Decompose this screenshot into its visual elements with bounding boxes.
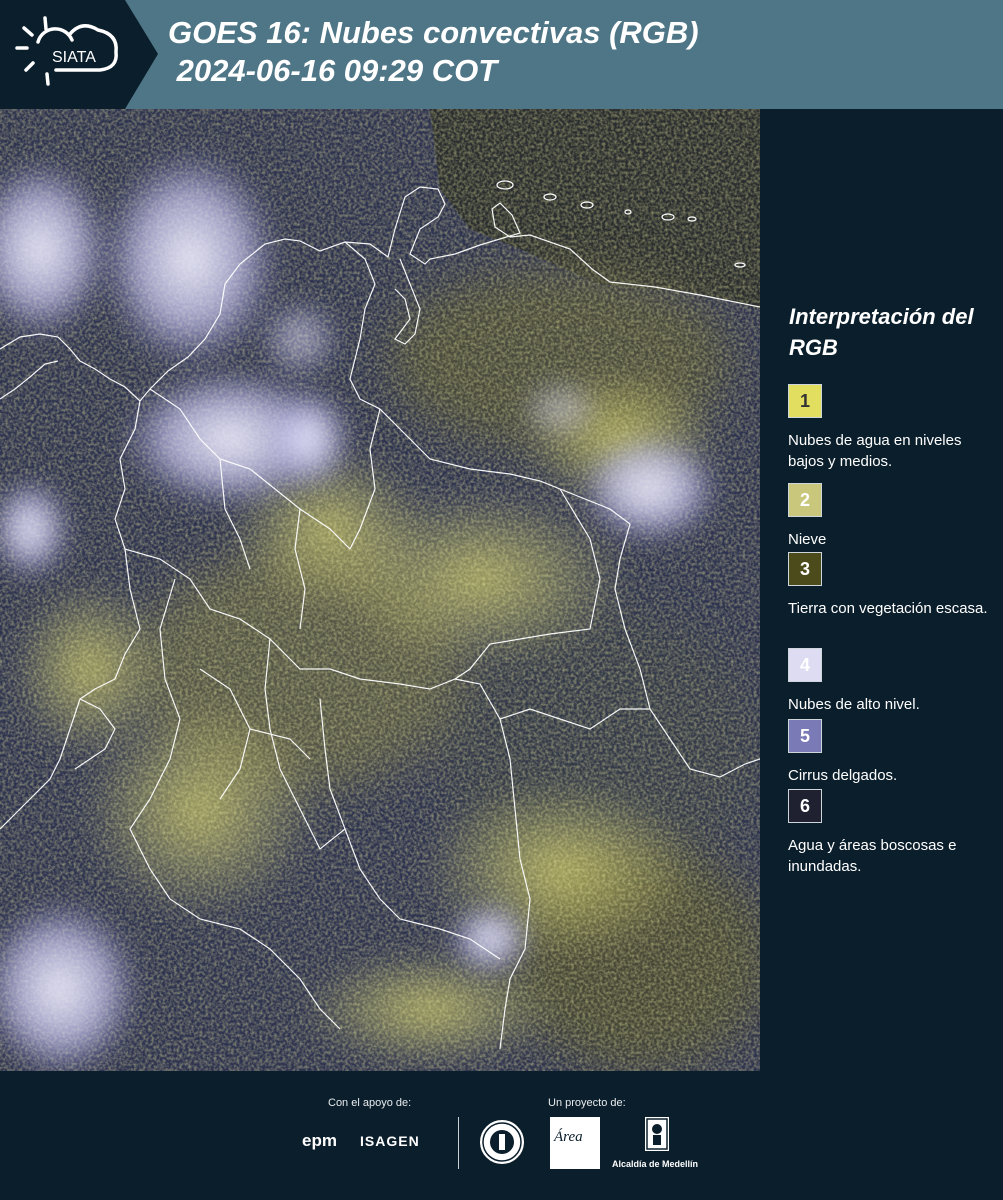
epm-logo: epm xyxy=(302,1131,337,1150)
legend-swatch: 6 xyxy=(788,789,822,823)
legend-label: Agua y áreas boscosas e inundadas. xyxy=(788,837,957,875)
legend-swatch: 2 xyxy=(788,483,822,517)
legend-item: 4 Nubes de alto nivel. xyxy=(788,648,998,715)
legend-item: 3 Tierra con vegetación escasa. xyxy=(788,552,998,619)
legend-swatch: 4 xyxy=(788,648,822,682)
project-label: Un proyecto de: xyxy=(548,1097,626,1109)
satellite-rgb-image xyxy=(0,109,760,1071)
legend-label: Nubes de agua en niveles bajos y medios. xyxy=(788,432,962,470)
legend-swatch: 3 xyxy=(788,552,822,586)
area-metropolitana-logo: Área xyxy=(550,1117,600,1169)
legend-item: 2 Nieve xyxy=(788,483,998,550)
legend-item: 6 Agua y áreas boscosas e inundadas. xyxy=(788,789,998,877)
alcaldia-shield-icon xyxy=(645,1117,669,1151)
satellite-image xyxy=(0,109,760,1071)
siata-logo: SIATA xyxy=(0,0,160,109)
legend-label: Tierra con vegetación escasa. xyxy=(788,600,988,617)
legend-label: Nieve xyxy=(788,531,827,548)
legend-item: 1 Nubes de agua en niveles bajos y medios… xyxy=(788,384,998,472)
header-bar: SIATA GOES 16: Nubes convectivas (RGB) 2… xyxy=(0,0,1003,109)
page-title: GOES 16: Nubes convectivas (RGB) 2024-06… xyxy=(168,15,699,88)
legend-label: Cirrus delgados. xyxy=(788,767,898,784)
svg-text:SIATA: SIATA xyxy=(52,49,96,66)
footer: Con el apoyo de: Un proyecto de: epm ISA… xyxy=(0,1071,1003,1200)
legend-swatch: 5 xyxy=(788,719,822,753)
legend-swatch: 1 xyxy=(788,384,822,418)
legend-item: 5 Cirrus delgados. xyxy=(788,719,998,786)
alcaldia-text: Alcaldía de Medellín xyxy=(612,1159,699,1169)
footer-divider xyxy=(458,1117,459,1169)
isagen-logo: ISAGEN xyxy=(360,1133,420,1149)
legend-panel: Interpretación del RGB 1 Nubes de agua en… xyxy=(760,109,1003,1071)
support-label: Con el apoyo de: xyxy=(328,1097,412,1109)
legend-title: Interpretación del RGB xyxy=(789,304,974,360)
legend-label: Nubes de alto nivel. xyxy=(788,696,920,713)
medellin-seal-icon xyxy=(478,1118,526,1166)
